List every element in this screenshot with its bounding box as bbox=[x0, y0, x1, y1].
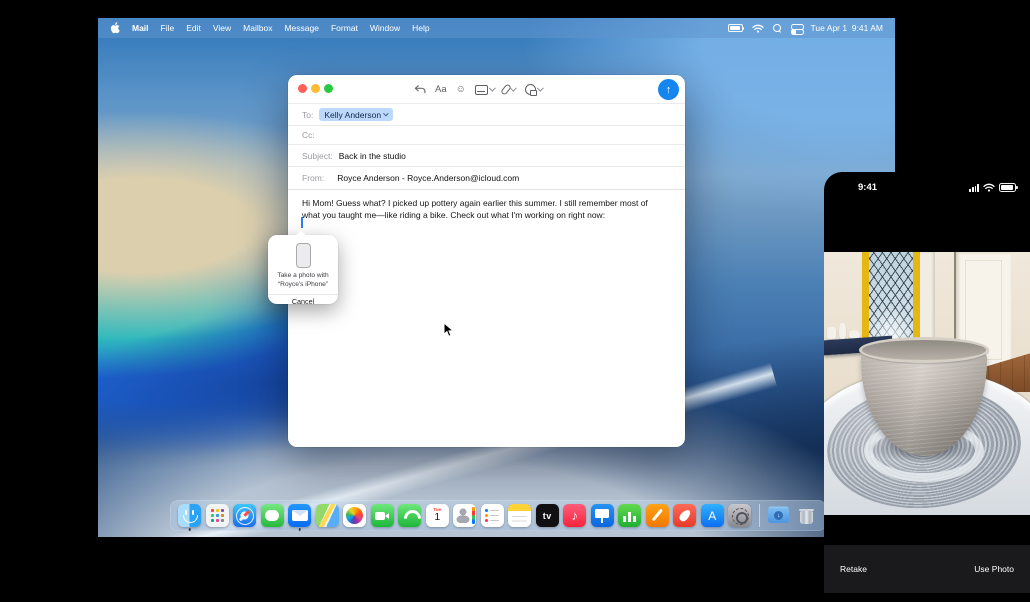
text-caret bbox=[301, 217, 303, 228]
subject-field[interactable]: Subject: Back in the studio bbox=[288, 145, 685, 167]
menu-bar: Mail File Edit View Mailbox Message Format Wind… bbox=[98, 18, 895, 38]
dock-icon-trash[interactable] bbox=[795, 504, 818, 527]
camera-action-bar: Retake Use Photo bbox=[824, 545, 1030, 593]
wifi-icon bbox=[983, 183, 995, 192]
apple-menu-icon[interactable] bbox=[110, 22, 120, 34]
cancel-button[interactable]: Cancel bbox=[268, 295, 338, 309]
control-center-icon[interactable] bbox=[791, 24, 802, 33]
dock-icon-tv[interactable]: tv bbox=[536, 504, 559, 527]
use-photo-button[interactable]: Use Photo bbox=[974, 564, 1014, 574]
cellular-signal-icon bbox=[969, 184, 979, 192]
battery-icon bbox=[999, 183, 1016, 192]
subject-value: Back in the studio bbox=[339, 151, 406, 161]
running-indicator bbox=[189, 528, 192, 531]
from-field[interactable]: From: Royce Anderson - Royce.Anderson@ic… bbox=[288, 167, 685, 190]
zoom-button[interactable] bbox=[324, 84, 333, 93]
subject-label: Subject: bbox=[302, 151, 333, 161]
chevron-down-icon bbox=[510, 85, 516, 91]
chevron-down-icon bbox=[489, 85, 495, 91]
dock-icon-notes[interactable] bbox=[508, 504, 531, 527]
dock-icon-keynote[interactable] bbox=[591, 504, 614, 527]
cc-field[interactable]: Cc: bbox=[288, 126, 685, 145]
chevron-down-icon bbox=[537, 85, 543, 91]
emoji-button[interactable]: ☺ bbox=[456, 85, 466, 95]
menu-item[interactable]: Message bbox=[284, 23, 319, 33]
menu-item[interactable]: Edit bbox=[186, 23, 201, 33]
dock-divider bbox=[759, 504, 760, 527]
menu-item[interactable]: Format bbox=[331, 23, 358, 33]
attach-button[interactable] bbox=[503, 84, 516, 95]
menu-item[interactable]: File bbox=[161, 23, 175, 33]
dock-icon-phone[interactable] bbox=[398, 504, 421, 527]
dock-icon-contacts[interactable] bbox=[453, 504, 476, 527]
app-store-logo: A bbox=[701, 504, 724, 527]
dock-icon-maps[interactable] bbox=[316, 504, 339, 527]
dock-icon-downloads[interactable] bbox=[767, 504, 790, 527]
pottery-photo-preview bbox=[824, 252, 1030, 515]
menu-item[interactable]: Window bbox=[370, 23, 400, 33]
iphone-icon bbox=[296, 243, 311, 268]
dock-icon-calendar[interactable]: Tue 1 bbox=[426, 504, 449, 527]
iphone-continuity-screen: 9:41 Retake Use Photo bbox=[824, 172, 1030, 602]
menu-item[interactable]: Mail bbox=[132, 23, 149, 33]
dock-icon-safari[interactable] bbox=[233, 504, 256, 527]
recipient-token[interactable]: Kelly Anderson bbox=[319, 108, 393, 121]
format-button[interactable]: Aa bbox=[435, 84, 447, 95]
chevron-down-icon bbox=[383, 110, 388, 115]
menu-item[interactable]: View bbox=[213, 23, 231, 33]
menu-item[interactable]: Mailbox bbox=[243, 23, 272, 33]
minimize-button[interactable] bbox=[311, 84, 320, 93]
dock: Tue 1 tv A bbox=[170, 500, 826, 531]
menu-bar-clock[interactable]: Tue Apr 1 9:41 AM bbox=[811, 23, 883, 33]
retake-button[interactable]: Retake bbox=[840, 564, 867, 574]
undo-button[interactable] bbox=[414, 84, 426, 95]
from-label: From: bbox=[302, 173, 324, 183]
continuity-camera-icon bbox=[525, 84, 536, 95]
iphone-clock: 9:41 bbox=[858, 182, 877, 193]
compose-titlebar[interactable]: Aa ☺ bbox=[288, 75, 685, 104]
dock-icon-numbers[interactable] bbox=[618, 504, 641, 527]
photo-browser-icon bbox=[475, 85, 488, 95]
menu-items: Mail File Edit View Mailbox Message Format Wind… bbox=[132, 23, 430, 33]
battery-icon[interactable] bbox=[728, 24, 743, 32]
message-body[interactable]: Hi Mom! Guess what? I picked up pottery … bbox=[288, 190, 678, 222]
popup-title: Take a photo with “Royce's iPhone” bbox=[268, 272, 338, 289]
send-button[interactable] bbox=[658, 79, 679, 100]
insert-from-iphone-button[interactable] bbox=[525, 84, 543, 95]
mac-desktop: Mail File Edit View Mailbox Message Format Wind… bbox=[98, 18, 895, 537]
dock-icon-launchpad[interactable] bbox=[206, 504, 229, 527]
screenshot-root: Mail File Edit View Mailbox Message Format Wind… bbox=[0, 0, 1030, 602]
running-indicator bbox=[299, 528, 302, 531]
dock-icon-messages[interactable] bbox=[261, 504, 284, 527]
photo-shelf-pottery bbox=[824, 316, 866, 339]
tv-logo: tv bbox=[536, 504, 559, 527]
photo-browser-button[interactable] bbox=[475, 85, 495, 95]
search-icon[interactable] bbox=[773, 24, 782, 33]
dock-icon-music[interactable] bbox=[563, 504, 586, 527]
mail-compose-window: Aa ☺ To: Kelly Anderson Cc: Subject: Bac… bbox=[288, 75, 685, 447]
paperclip-icon bbox=[501, 83, 513, 95]
mouse-cursor bbox=[443, 322, 454, 343]
dock-icon-photos[interactable] bbox=[343, 504, 366, 527]
cc-label: Cc: bbox=[302, 130, 315, 140]
to-field[interactable]: To: Kelly Anderson bbox=[288, 104, 685, 126]
menu-item[interactable]: Help bbox=[412, 23, 429, 33]
dock-icon-system-settings[interactable] bbox=[728, 504, 751, 527]
iphone-status-bar: 9:41 bbox=[824, 172, 1030, 202]
dock-icon-mail[interactable] bbox=[288, 504, 311, 527]
dock-icon-rocket[interactable] bbox=[673, 504, 696, 527]
dock-icon-pages[interactable] bbox=[646, 504, 669, 527]
close-button[interactable] bbox=[298, 84, 307, 93]
to-label: To: bbox=[302, 110, 313, 120]
dock-icon-finder[interactable] bbox=[178, 504, 201, 527]
calendar-day: 1 bbox=[426, 511, 449, 523]
from-value: Royce Anderson - Royce.Anderson@icloud.c… bbox=[337, 173, 519, 183]
photo-bowl-rim bbox=[859, 337, 989, 363]
continuity-camera-popup: Take a photo with “Royce's iPhone” Cance… bbox=[268, 235, 338, 304]
dock-icon-app-store[interactable]: A bbox=[701, 504, 724, 527]
dock-icon-reminders[interactable] bbox=[481, 504, 504, 527]
dock-icon-facetime[interactable] bbox=[371, 504, 394, 527]
wifi-icon[interactable] bbox=[752, 24, 764, 33]
